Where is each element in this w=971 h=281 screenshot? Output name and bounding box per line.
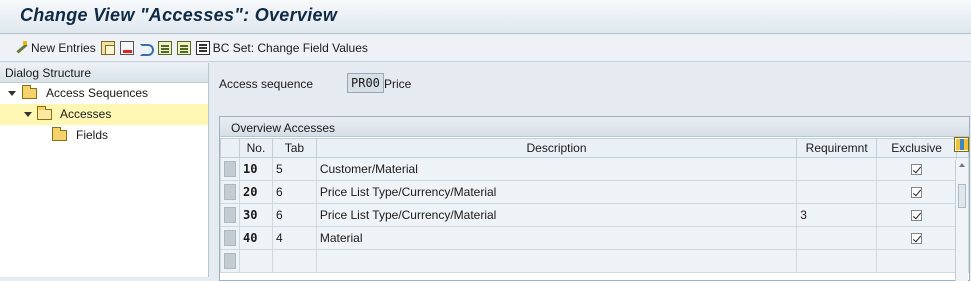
row-selector-header[interactable] xyxy=(220,138,240,158)
expand-arrow-icon[interactable] xyxy=(8,91,16,96)
table-settings-icon[interactable] xyxy=(954,137,969,152)
bc-set-button[interactable]: BC Set: Change Field Values xyxy=(195,38,368,58)
row-selector[interactable] xyxy=(220,203,240,227)
undo-button[interactable] xyxy=(139,38,154,58)
table-row[interactable]: 30 6 Price List Type/Currency/Material 3 xyxy=(220,203,969,227)
access-sequence-code-field[interactable]: PR00 xyxy=(347,73,384,93)
undo-icon xyxy=(139,41,154,56)
delete-button[interactable] xyxy=(119,38,134,58)
scroll-up-icon[interactable] xyxy=(959,163,965,167)
table-row[interactable]: 20 6 Price List Type/Currency/Material xyxy=(220,180,969,204)
access-sequence-label: Access sequence xyxy=(219,77,314,91)
title-bar: Change View "Accesses": Overview xyxy=(0,0,971,34)
cell-exclusive xyxy=(876,157,957,181)
tree-item-access-sequences[interactable]: Access Sequences xyxy=(0,83,208,104)
cell-description: Customer/Material xyxy=(315,157,798,181)
cell-tab: 6 xyxy=(271,203,317,227)
exclusive-checkbox[interactable] xyxy=(911,187,923,199)
cell-exclusive xyxy=(876,203,957,227)
cell-no: 10 xyxy=(239,157,273,181)
table-row-empty[interactable] xyxy=(220,249,969,273)
column-header-description[interactable]: Description xyxy=(315,138,798,158)
dialog-structure-header: Dialog Structure xyxy=(0,63,208,83)
row-selector[interactable] xyxy=(220,180,240,204)
cell-description: Price List Type/Currency/Material xyxy=(315,203,798,227)
scrollbar-thumb[interactable] xyxy=(958,184,966,208)
requirement-input[interactable]: 3 xyxy=(796,203,878,227)
select-all-icon xyxy=(157,41,172,55)
bc-set-icon xyxy=(195,41,210,55)
application-toolbar: New Entries BC Set: Change Field Values xyxy=(0,35,971,62)
requirement-input[interactable] xyxy=(796,157,878,181)
exclusive-checkbox[interactable] xyxy=(911,210,923,222)
row-selector[interactable] xyxy=(220,157,240,181)
cell-no: 20 xyxy=(239,180,273,204)
page-title: Change View "Accesses": Overview xyxy=(20,5,338,25)
copy-icon xyxy=(100,41,115,55)
new-entries-label: New Entries xyxy=(31,41,96,55)
tree-item-label: Access Sequences xyxy=(46,86,149,100)
cell-description: Price List Type/Currency/Material xyxy=(315,180,798,204)
column-header-requirement[interactable]: Requiremnt xyxy=(796,138,878,158)
cell-description: Material xyxy=(315,226,798,250)
row-selector[interactable] xyxy=(220,226,240,250)
select-all-button[interactable] xyxy=(157,38,172,58)
tree-item-accesses[interactable]: Accesses xyxy=(0,104,208,125)
access-sequence-description: Price xyxy=(384,77,412,91)
cell-tab xyxy=(271,249,317,273)
accesses-grid: No. Tab Description Requiremnt Exclusive… xyxy=(220,138,969,273)
table-title: Overview Accesses xyxy=(220,117,969,137)
column-header-tab[interactable]: Tab xyxy=(271,138,317,158)
new-entries-button[interactable]: New Entries xyxy=(14,38,96,58)
column-header-exclusive[interactable]: Exclusive xyxy=(876,138,957,158)
table-row[interactable]: 40 4 Material xyxy=(220,226,969,250)
tree-item-label: Fields xyxy=(76,128,109,142)
tree-item-label: Accesses xyxy=(60,107,112,121)
exclusive-checkbox[interactable] xyxy=(911,233,923,245)
delete-icon xyxy=(119,41,134,55)
dialog-structure-panel: Dialog Structure Access Sequences Access… xyxy=(0,63,209,277)
wand-icon xyxy=(14,41,28,55)
exclusive-checkbox[interactable] xyxy=(911,164,923,176)
tree-item-fields[interactable]: Fields xyxy=(0,125,208,146)
cell-tab: 6 xyxy=(271,180,317,204)
cell-exclusive xyxy=(876,180,957,204)
cell-no: 40 xyxy=(239,226,273,250)
copy-button[interactable] xyxy=(100,38,115,58)
cell-tab: 4 xyxy=(271,226,317,250)
cell-no: 30 xyxy=(239,203,273,227)
cell-exclusive xyxy=(876,226,957,250)
expand-arrow-icon[interactable] xyxy=(24,112,32,117)
requirement-input[interactable] xyxy=(796,180,878,204)
column-header-no[interactable]: No. xyxy=(239,138,273,158)
folder-icon xyxy=(22,85,37,99)
requirement-input[interactable] xyxy=(796,226,878,250)
header-row: No. Tab Description Requiremnt Exclusive xyxy=(220,138,969,158)
row-selector[interactable] xyxy=(220,249,240,273)
cell-exclusive xyxy=(876,249,957,273)
main-content: Access sequence PR00 Price Overview Acce… xyxy=(210,63,971,281)
open-folder-icon xyxy=(37,106,52,120)
cell-description xyxy=(315,249,798,273)
overview-accesses-table: Overview Accesses No. Tab Description Re… xyxy=(219,116,970,281)
vertical-scrollbar[interactable] xyxy=(955,160,968,281)
deselect-all-icon xyxy=(176,41,191,55)
cell-requirement xyxy=(796,249,878,273)
table-row[interactable]: 10 5 Customer/Material xyxy=(220,157,969,181)
folder-icon xyxy=(52,127,67,141)
bc-set-label: BC Set: Change Field Values xyxy=(212,41,368,55)
deselect-all-button[interactable] xyxy=(176,38,191,58)
cell-tab: 5 xyxy=(271,157,317,181)
cell-no xyxy=(239,249,273,273)
